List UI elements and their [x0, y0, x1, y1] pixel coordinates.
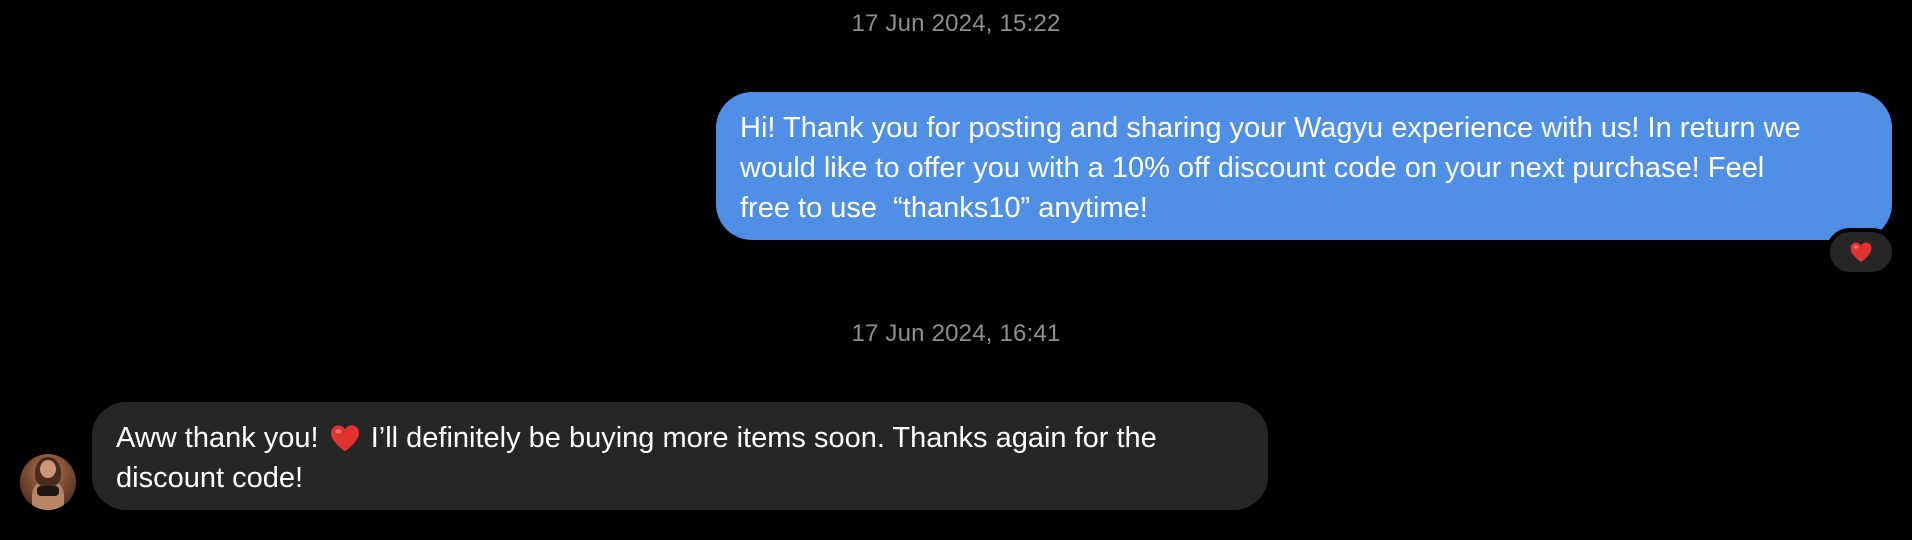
received-message-bubble[interactable]: Aww thank you! I’ll definitely be buying…	[92, 402, 1268, 510]
heart-icon	[330, 425, 359, 452]
timestamp: 17 Jun 2024, 15:22	[851, 10, 1061, 37]
message-reaction[interactable]	[1826, 228, 1896, 276]
avatar[interactable]	[20, 454, 76, 510]
heart-icon	[1850, 242, 1872, 262]
message-text: Aww thank you!	[116, 422, 327, 454]
timestamp: 17 Jun 2024, 16:41	[851, 320, 1061, 347]
sent-message-bubble[interactable]: Hi! Thank you for posting and sharing yo…	[716, 92, 1892, 240]
